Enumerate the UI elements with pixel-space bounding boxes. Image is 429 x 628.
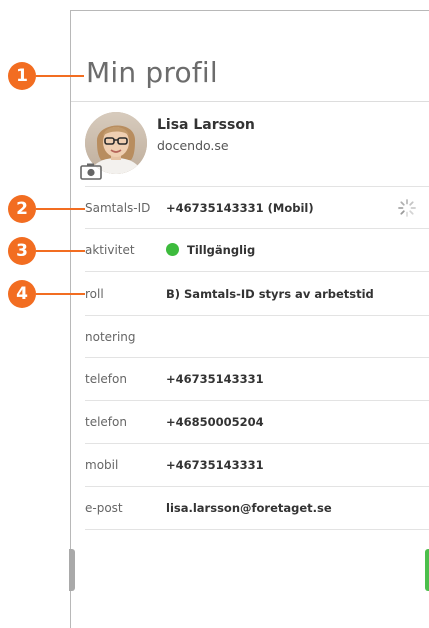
- divider: [85, 443, 429, 444]
- callout-badge-2: 2: [8, 195, 36, 223]
- field-label: e-post: [85, 501, 123, 515]
- divider: [85, 315, 429, 316]
- divider: [85, 271, 429, 272]
- divider: [85, 486, 429, 487]
- divider: [85, 228, 429, 229]
- field-value: +46735143331: [166, 458, 264, 472]
- panel-border-left: [70, 10, 71, 628]
- field-value: +46735143331 (Mobil): [166, 201, 314, 215]
- side-panel-tab[interactable]: [425, 549, 429, 591]
- panel-drag-handle[interactable]: [69, 549, 75, 591]
- status-value: Tillgänglig: [187, 243, 256, 257]
- callout-line-1: [36, 75, 84, 77]
- field-value: B) Samtals-ID styrs av arbetstid: [166, 287, 374, 301]
- field-row-aktivitet[interactable]: aktivitet Tillgänglig: [85, 230, 429, 270]
- title-divider: [71, 101, 429, 102]
- field-row-e-post[interactable]: e-post lisa.larsson@foretaget.se: [85, 488, 429, 528]
- divider: [85, 186, 429, 187]
- camera-icon[interactable]: [80, 162, 102, 180]
- field-row-telefon[interactable]: telefon +46735143331: [85, 359, 429, 399]
- callout-badge-1: 1: [8, 62, 36, 90]
- field-label: mobil: [85, 458, 119, 472]
- callout-badge-3: 3: [8, 237, 36, 265]
- field-value: +46735143331: [166, 372, 264, 386]
- panel-border-top: [70, 10, 429, 11]
- callout-line-4: [36, 293, 85, 295]
- field-row-mobil[interactable]: mobil +46735143331: [85, 445, 429, 485]
- field-row-samtals-id[interactable]: Samtals-ID +46735143331 (Mobil): [85, 188, 429, 228]
- field-row-roll[interactable]: roll B) Samtals-ID styrs av arbetstid: [85, 274, 429, 314]
- field-value: lisa.larsson@foretaget.se: [166, 501, 332, 515]
- field-label: telefon: [85, 372, 127, 386]
- field-row-telefon-2[interactable]: telefon +46850005204: [85, 402, 429, 442]
- page-title: Min profil: [86, 56, 218, 89]
- field-label: Samtals-ID: [85, 201, 151, 215]
- profile-name: Lisa Larsson: [157, 117, 255, 133]
- loading-spinner-icon: [398, 199, 416, 217]
- status-available-icon: [166, 243, 179, 256]
- field-label: aktivitet: [85, 243, 135, 257]
- callout-line-3: [36, 250, 85, 252]
- divider: [85, 529, 429, 530]
- field-label: roll: [85, 287, 104, 301]
- field-label: telefon: [85, 415, 127, 429]
- profile-organization: docendo.se: [157, 138, 229, 153]
- callout-badge-4: 4: [8, 280, 36, 308]
- field-label: notering: [85, 330, 136, 344]
- field-row-notering[interactable]: notering: [85, 317, 429, 357]
- divider: [85, 400, 429, 401]
- profile-screen: 1 Min profil Lisa Larsson docendo.se 2 S…: [0, 0, 429, 628]
- divider: [85, 357, 429, 358]
- callout-line-2: [36, 208, 85, 210]
- field-value: +46850005204: [166, 415, 264, 429]
